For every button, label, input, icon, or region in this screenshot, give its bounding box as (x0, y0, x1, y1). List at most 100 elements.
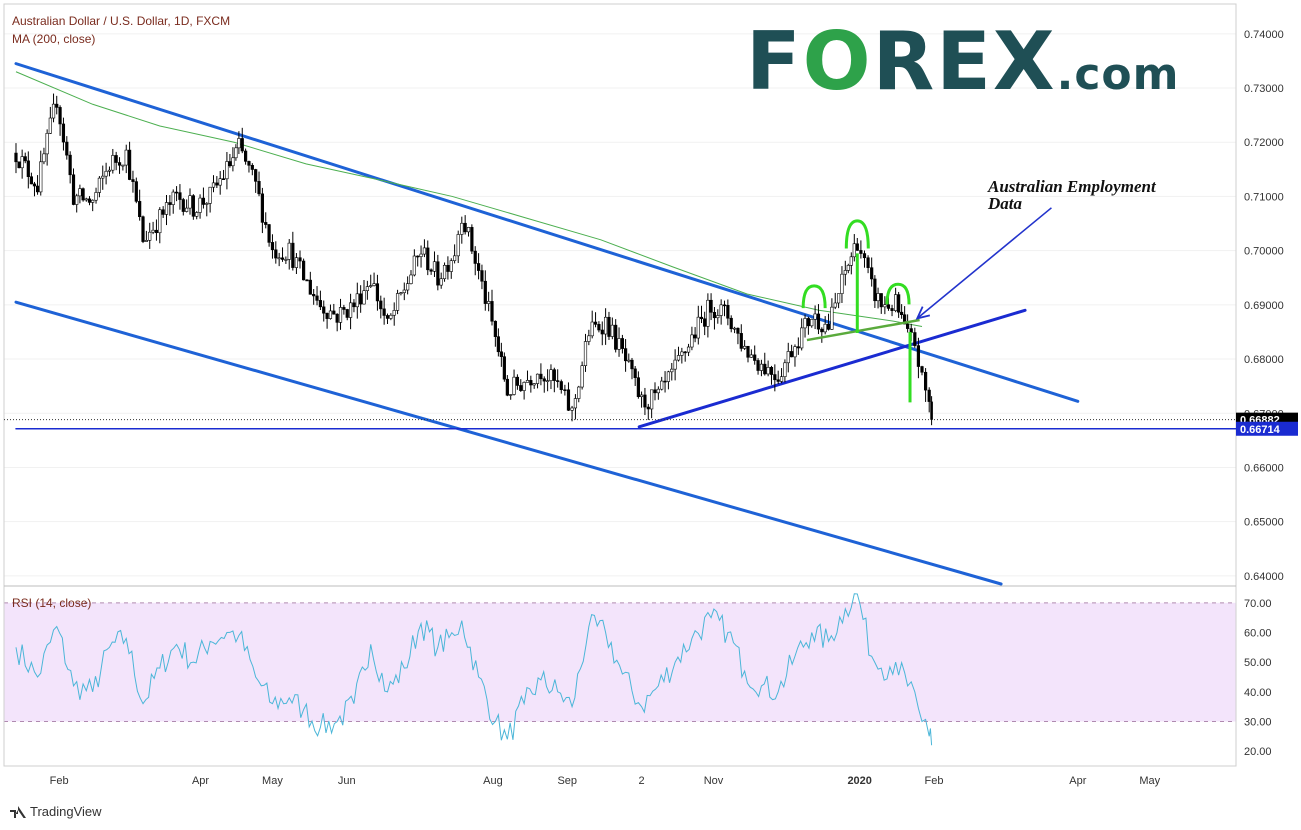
candle-body (429, 269, 433, 272)
candle-body (442, 264, 447, 280)
candle-body (600, 329, 604, 335)
candle-body (470, 227, 474, 252)
price-tick-label: 0.72000 (1244, 137, 1284, 149)
candle-body (426, 247, 430, 271)
candle-body (26, 160, 30, 177)
candle-body (783, 362, 787, 377)
candle-body (164, 202, 169, 215)
candle-body (81, 188, 85, 201)
candle-body (886, 304, 891, 309)
employment-annotation: Australian Employment Data (988, 178, 1156, 212)
candle-body (627, 359, 631, 362)
price-tick-label: 0.71000 (1244, 191, 1284, 203)
candle-body (131, 179, 135, 182)
candle-body (97, 177, 101, 193)
chart-canvas[interactable]: 0.74000 0.73000 0.72000 0.71000 0.70000 0.690… (0, 0, 1301, 830)
price-tick-label: 0.74000 (1244, 29, 1284, 41)
candle-body (280, 257, 285, 260)
candle-body (154, 229, 159, 234)
candle-body (138, 201, 142, 218)
candle-body (719, 304, 723, 316)
candle-body (114, 155, 118, 163)
candle-body (909, 328, 913, 333)
candle-body (65, 141, 69, 156)
candle-body (23, 156, 27, 162)
candle-body (660, 380, 664, 390)
candle-body (726, 304, 730, 319)
candle-body (499, 351, 503, 357)
candle-body (158, 209, 162, 234)
candle-body (776, 379, 780, 382)
candle-body (604, 316, 608, 335)
candle-body (843, 270, 847, 275)
candle-body (852, 243, 856, 258)
candle-body (144, 240, 148, 242)
candle-body (493, 320, 497, 337)
x-tick-label: Aug (483, 775, 503, 787)
candle-body (639, 394, 644, 397)
candle-body (332, 310, 336, 315)
candle-body (709, 299, 713, 313)
candle-body (870, 267, 874, 280)
candle-body (505, 378, 509, 396)
candle-body (673, 359, 677, 370)
candle-body (338, 307, 343, 323)
rsi-tick-label: 50.00 (1244, 657, 1272, 669)
candle-body (706, 299, 710, 327)
candle-body (749, 354, 753, 358)
candle-body (20, 156, 24, 169)
candle-body (487, 301, 491, 304)
x-tick-label: May (262, 775, 283, 787)
candle-body (879, 293, 883, 308)
x-tick-label: 2 (639, 775, 645, 787)
tradingview-footer[interactable]: TradingView (10, 804, 102, 819)
price-y-axis: 0.74000 0.73000 0.72000 0.71000 0.70000 0.690… (1236, 29, 1298, 583)
candle-body (473, 250, 477, 264)
candle-body (786, 351, 790, 364)
candle-body (806, 318, 810, 327)
candle-body (653, 389, 657, 394)
candle-body (556, 380, 560, 382)
price-tick-label: 0.73000 (1244, 83, 1284, 95)
x-tick-label: Feb (925, 775, 944, 787)
tradingview-label: TradingView (30, 804, 102, 819)
candle-body (58, 107, 62, 125)
rsi-tick-label: 30.00 (1244, 717, 1272, 729)
candle-body (620, 338, 624, 349)
candle-body (101, 175, 105, 179)
candle-body (593, 321, 598, 325)
candle-body (87, 198, 92, 203)
candle-body (35, 185, 40, 193)
candle-body (759, 363, 764, 371)
candle-body (559, 381, 563, 391)
candle-body (466, 227, 471, 233)
candle-body (790, 351, 794, 358)
candle-body (48, 117, 52, 134)
candle-body (732, 327, 737, 330)
candle-body (121, 164, 125, 167)
candle-body (766, 367, 770, 375)
candle-body (372, 283, 376, 286)
candle-body (215, 182, 219, 186)
candle-body (866, 257, 870, 268)
candle-body (816, 313, 821, 330)
candle-body (171, 191, 175, 205)
candle-body (201, 197, 206, 205)
candle-body (124, 149, 128, 166)
price-tick-label: 0.64000 (1244, 571, 1284, 583)
candle-body (68, 154, 72, 176)
candle-body (188, 195, 192, 209)
candle-body (663, 380, 667, 383)
candle-body (29, 176, 33, 185)
candle-body (352, 302, 356, 308)
candle-body (883, 304, 887, 308)
candle-body (446, 264, 450, 272)
candle-body (855, 243, 859, 251)
candle-body (693, 334, 697, 339)
candle-body (676, 355, 681, 361)
candle-body (846, 264, 850, 271)
candle-body (539, 373, 543, 380)
candle-body (240, 138, 244, 152)
candle-body (769, 367, 774, 375)
candle-body (483, 280, 487, 304)
